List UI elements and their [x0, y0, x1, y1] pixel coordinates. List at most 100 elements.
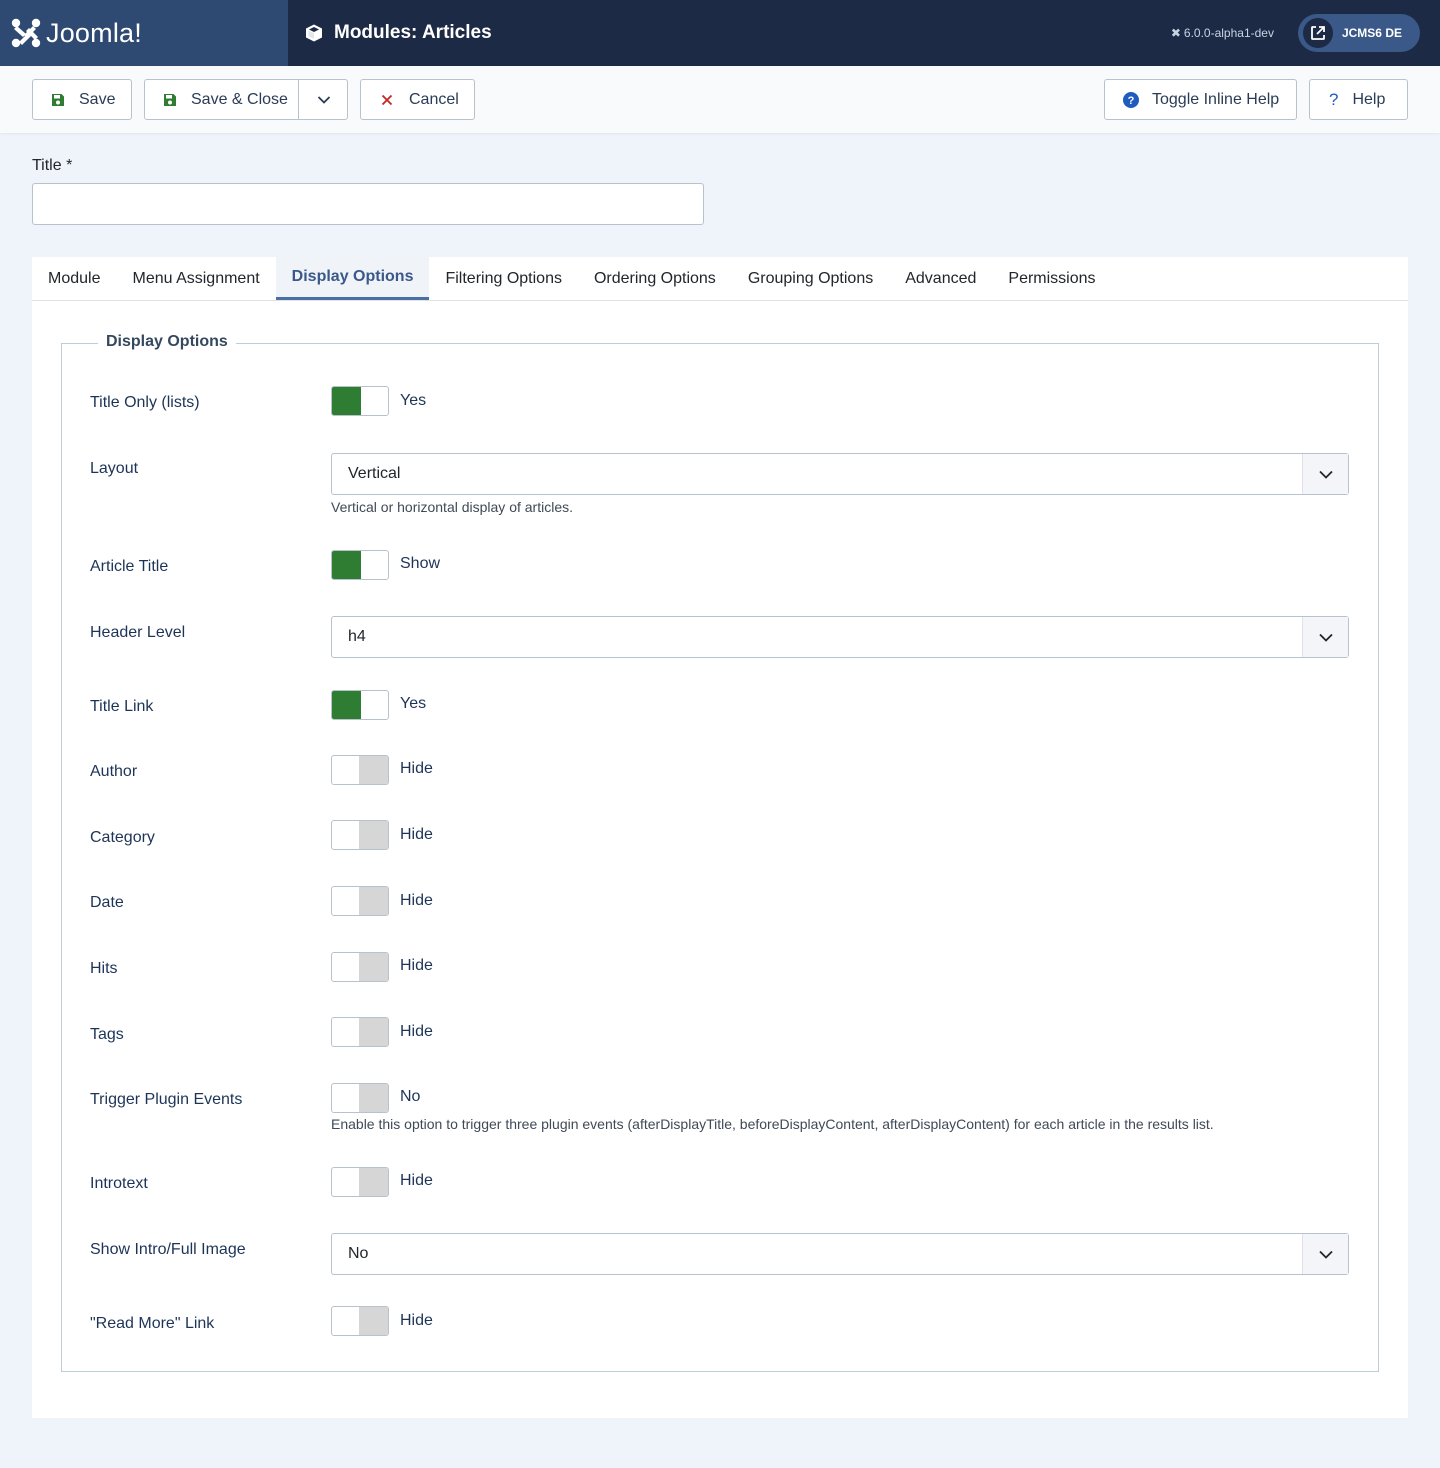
- site-name: JCMS6 DE: [1341, 26, 1402, 40]
- article-title-label: Article Title: [90, 558, 169, 575]
- intro-full-image-value: No: [348, 1245, 369, 1262]
- category-value: Hide: [400, 826, 433, 843]
- brand-logo[interactable]: Joomla!: [0, 0, 288, 66]
- save-label: Save: [79, 90, 116, 108]
- toggle-knob: [359, 821, 388, 849]
- author-toggle[interactable]: [331, 755, 389, 785]
- introtext-toggle[interactable]: [331, 1167, 389, 1197]
- toggle-knob: [359, 1018, 388, 1046]
- chevron-down-icon: [1302, 1234, 1348, 1274]
- question-icon: ?: [1329, 89, 1339, 109]
- article-title-toggle[interactable]: [331, 550, 389, 580]
- header-level-label: Header Level: [90, 624, 186, 641]
- layout-value: Vertical: [348, 465, 401, 482]
- module-tabs: Module Menu Assignment Display Options F…: [32, 257, 1408, 301]
- author-label: Author: [90, 763, 138, 780]
- trigger-plugin-events-value: No: [400, 1088, 421, 1105]
- tab-module[interactable]: Module: [32, 257, 116, 300]
- title-field-label: Title *: [32, 157, 73, 174]
- toggle-knob: [332, 551, 361, 579]
- version-info: ✖ 6.0.0-alpha1-dev: [1171, 26, 1274, 40]
- cancel-label: Cancel: [409, 90, 459, 108]
- toggle-knob: [332, 387, 361, 415]
- layout-label: Layout: [90, 460, 139, 477]
- save-close-button[interactable]: Save & Close: [144, 79, 348, 120]
- layout-select[interactable]: Vertical: [331, 453, 1349, 495]
- toggle-knob: [359, 1084, 388, 1112]
- fieldset-legend: Display Options: [98, 333, 236, 351]
- toggle-knob: [359, 1168, 388, 1196]
- toggle-inline-help-label: Toggle Inline Help: [1152, 90, 1280, 108]
- version-label: 6.0.0-alpha1-dev: [1183, 26, 1274, 40]
- title-link-toggle[interactable]: [331, 690, 389, 720]
- tab-advanced[interactable]: Advanced: [889, 257, 992, 300]
- save-button[interactable]: Save: [32, 79, 132, 120]
- introtext-value: Hide: [400, 1172, 433, 1189]
- help-button[interactable]: ? Help: [1309, 79, 1408, 120]
- author-value: Hide: [400, 760, 433, 777]
- title-only-label: Title Only (lists): [90, 394, 200, 411]
- category-toggle[interactable]: [331, 820, 389, 850]
- tab-menu-assignment[interactable]: Menu Assignment: [116, 257, 275, 300]
- tab-permissions[interactable]: Permissions: [992, 257, 1111, 300]
- save-close-label: Save & Close: [191, 90, 288, 108]
- tab-display-options[interactable]: Display Options: [275, 257, 430, 300]
- article-title-value: Show: [400, 555, 441, 572]
- tab-grouping-options[interactable]: Grouping Options: [732, 257, 889, 300]
- date-toggle[interactable]: [331, 886, 389, 916]
- hits-value: Hide: [400, 957, 433, 974]
- date-value: Hide: [400, 892, 433, 909]
- title-only-toggle[interactable]: [331, 386, 389, 416]
- date-label: Date: [90, 894, 124, 911]
- cube-icon: [306, 24, 322, 42]
- joomla-logo-icon: [11, 18, 41, 48]
- toolbar: Save Save & Close Cancel ? Toggle Inline…: [0, 66, 1440, 133]
- title-only-value: Yes: [400, 392, 427, 409]
- chevron-down-icon: [1302, 454, 1348, 494]
- question-circle-icon: ?: [1123, 91, 1139, 108]
- page-title: Modules: Articles: [334, 22, 492, 43]
- brand-name: Joomla!: [46, 17, 142, 48]
- hits-toggle[interactable]: [331, 952, 389, 982]
- title-link-value: Yes: [400, 695, 427, 712]
- toggle-knob: [332, 691, 361, 719]
- cancel-button[interactable]: Cancel: [360, 79, 475, 120]
- toggle-knob: [359, 953, 388, 981]
- display-options-fieldset: Display Options: [61, 333, 1379, 1372]
- tags-label: Tags: [90, 1026, 124, 1043]
- save-options-dropdown-toggle[interactable]: [298, 79, 348, 120]
- intro-full-image-select[interactable]: No: [331, 1233, 1349, 1275]
- chevron-down-icon: [1302, 617, 1348, 657]
- trigger-plugin-events-toggle[interactable]: [331, 1083, 389, 1113]
- svg-text:?: ?: [1128, 95, 1135, 107]
- save-icon: [163, 93, 177, 107]
- app-header: Joomla! Modules: Articles ✖ 6.0.0-alpha1…: [0, 0, 1440, 66]
- help-label: Help: [1352, 90, 1386, 108]
- header-level-value: h4: [348, 628, 366, 645]
- toggle-inline-help-button[interactable]: ? Toggle Inline Help: [1104, 79, 1297, 120]
- layout-help-text: Vertical or horizontal display of articl…: [331, 499, 573, 515]
- header-level-select[interactable]: h4: [331, 616, 1349, 658]
- category-label: Category: [90, 829, 155, 846]
- toggle-knob: [359, 1307, 388, 1335]
- tags-toggle[interactable]: [331, 1017, 389, 1047]
- trigger-plugin-events-help-text: Enable this option to trigger three plug…: [331, 1116, 1214, 1132]
- tab-filtering-options[interactable]: Filtering Options: [429, 257, 578, 300]
- view-site-button[interactable]: JCMS6 DE: [1297, 14, 1420, 52]
- introtext-label: Introtext: [90, 1175, 148, 1192]
- title-input[interactable]: [32, 183, 704, 225]
- tab-ordering-options[interactable]: Ordering Options: [578, 257, 732, 300]
- read-more-label: "Read More" Link: [90, 1315, 215, 1332]
- close-icon: [381, 94, 393, 106]
- tags-value: Hide: [400, 1023, 433, 1040]
- joomla-small-icon: ✖: [1170, 26, 1181, 40]
- read-more-value: Hide: [400, 1312, 433, 1329]
- trigger-plugin-events-label: Trigger Plugin Events: [90, 1091, 243, 1108]
- hits-label: Hits: [90, 960, 118, 977]
- read-more-toggle[interactable]: [331, 1306, 389, 1336]
- intro-full-image-label: Show Intro/Full Image: [90, 1241, 246, 1258]
- external-link-icon: [1302, 18, 1333, 48]
- title-link-label: Title Link: [90, 698, 154, 715]
- save-icon: [51, 93, 65, 107]
- toggle-knob: [359, 887, 388, 915]
